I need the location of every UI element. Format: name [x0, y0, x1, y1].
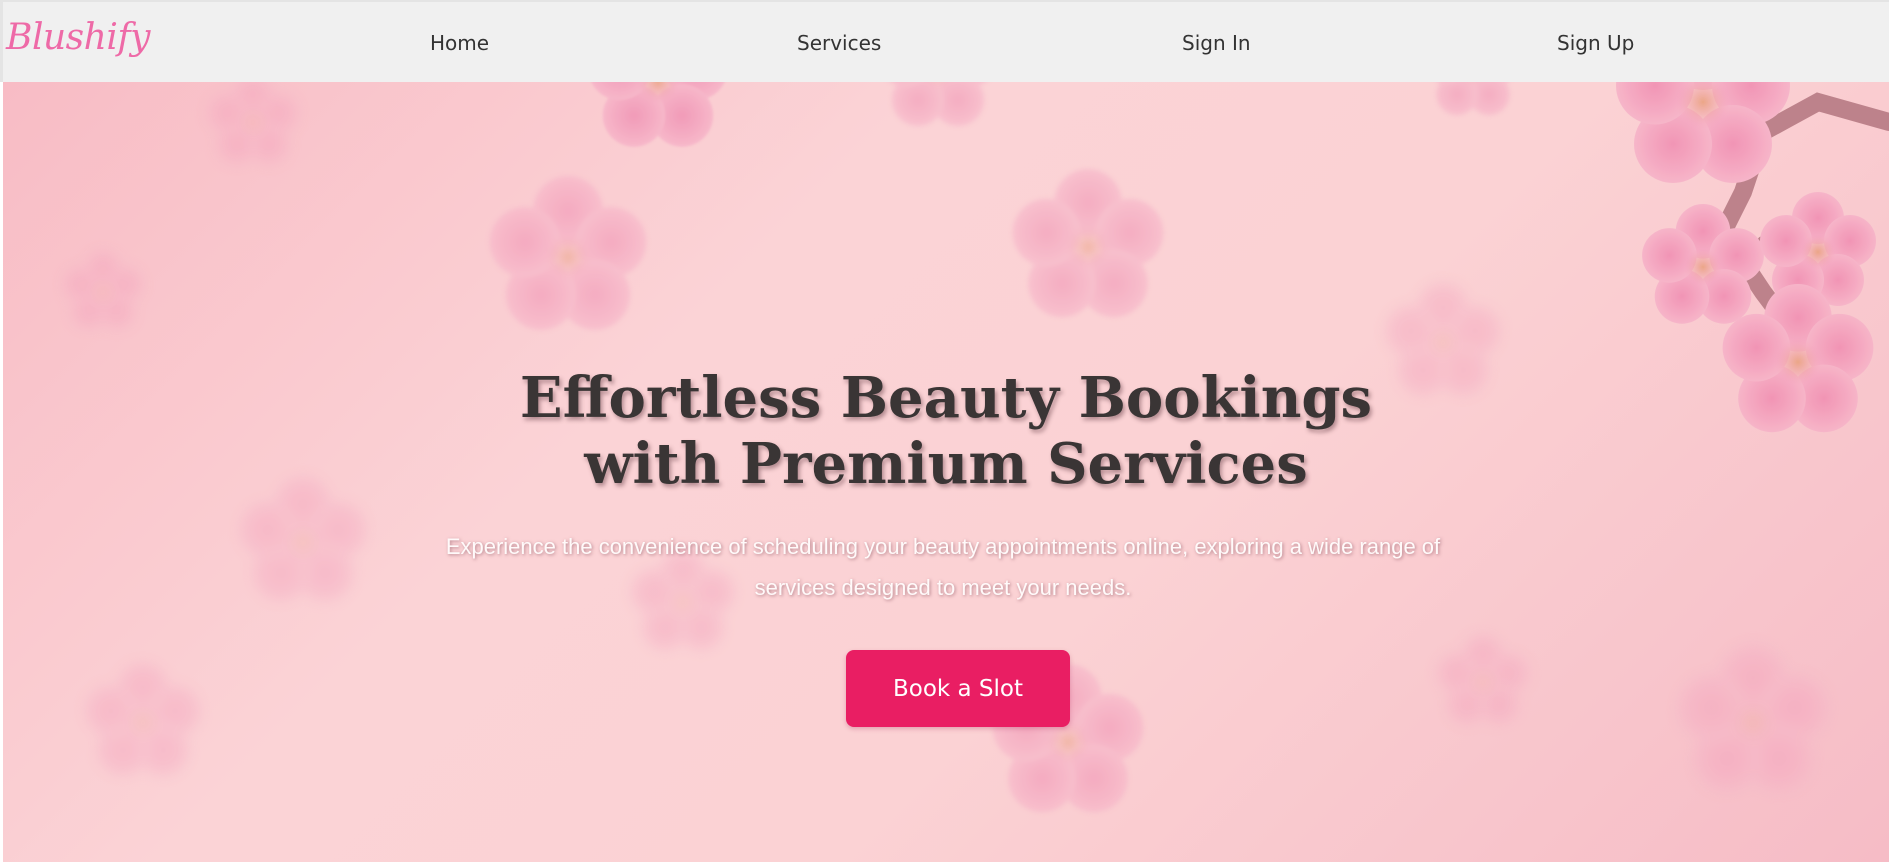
hero-section: Effortless Beauty Bookings with Premium … — [3, 82, 1889, 862]
nav-link-sign-up[interactable]: Sign Up — [1557, 33, 1634, 53]
book-a-slot-button[interactable]: Book a Slot — [846, 650, 1070, 727]
hero-subtitle: Experience the convenience of scheduling… — [445, 534, 1441, 600]
brand-logo[interactable]: Blushify — [6, 20, 151, 56]
nav-link-sign-in[interactable]: Sign In — [1182, 33, 1251, 53]
nav-link-home[interactable]: Home — [430, 33, 489, 53]
hero-title: Effortless Beauty Bookings with Premium … — [519, 365, 1373, 497]
hero-content: Effortless Beauty Bookings with Premium … — [3, 82, 1889, 862]
landing-page: Blushify Home Services Sign In Sign Up E… — [0, 0, 1889, 862]
nav-link-services[interactable]: Services — [797, 33, 881, 53]
navbar: Blushify Home Services Sign In Sign Up — [0, 0, 1889, 82]
